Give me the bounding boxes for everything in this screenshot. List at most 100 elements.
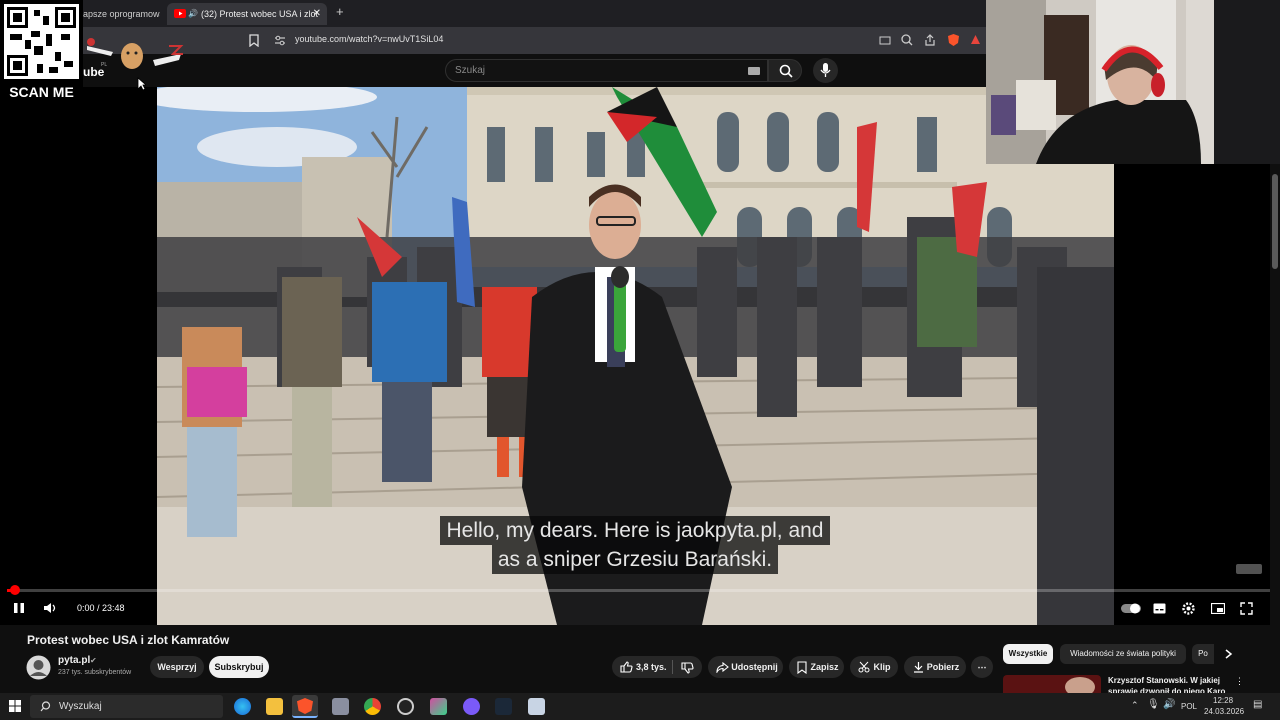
channel-avatar[interactable] — [26, 655, 51, 680]
page-scrollbar[interactable] — [1270, 164, 1280, 693]
obs-icon[interactable] — [397, 698, 414, 715]
dislike-icon[interactable] — [681, 662, 694, 674]
autoplay-toggle-icon[interactable] — [1121, 603, 1141, 614]
settings-gear-icon[interactable] — [1181, 601, 1196, 616]
taskbar-app-icon[interactable] — [463, 698, 480, 715]
taskbar-app-brave-active[interactable] — [292, 695, 318, 718]
next-video-menu-icon[interactable]: ⋮ — [1235, 676, 1244, 687]
volume-icon[interactable] — [43, 602, 57, 614]
share-page-icon[interactable] — [924, 34, 936, 46]
cast-icon[interactable] — [879, 35, 891, 46]
mouse-cursor-icon — [137, 77, 146, 91]
chip-label: Wszystkie — [1008, 649, 1048, 658]
brave-shield-icon[interactable] — [947, 33, 960, 47]
windows-start-icon[interactable] — [9, 700, 21, 712]
tray-overflow-icon[interactable]: ⌃ — [1131, 700, 1139, 711]
new-tab-button[interactable]: + — [336, 4, 344, 19]
webcam-overlay — [986, 0, 1280, 164]
like-divider — [672, 660, 673, 674]
emote-overlay — [87, 38, 184, 69]
brave-icon — [297, 698, 313, 714]
voice-search-button[interactable] — [813, 58, 838, 83]
microphone-icon — [820, 63, 831, 77]
channel-watermark-icon — [1236, 564, 1262, 574]
steam-icon[interactable] — [495, 698, 512, 715]
tab-label: (32) Protest wobec USA i zlot — [201, 9, 319, 19]
tab-youtube-video[interactable]: 🔊 (32) Protest wobec USA i zlot ✕ — [167, 3, 327, 25]
notifications-icon[interactable]: ▤ — [1253, 699, 1262, 710]
qr-code-image — [4, 4, 79, 79]
scrollbar-thumb[interactable] — [1272, 174, 1278, 269]
chip-politics-news[interactable]: Wiadomości ze świata polityki — [1060, 644, 1186, 664]
next-video-title[interactable]: Krzysztof Stanowski. W jakiej — [1108, 676, 1220, 685]
bookmark-icon[interactable] — [249, 34, 259, 47]
tab-label: Łapsze oprogramowania — [78, 9, 160, 19]
speaker-tab-icon: 🔊 — [188, 9, 198, 18]
next-video-thumbnail[interactable] — [1003, 675, 1101, 693]
microphone-tray-icon[interactable]: 🎙 — [1147, 699, 1160, 710]
subscribe-label: Subskrybuj — [214, 662, 264, 672]
clock-time[interactable]: 12:28 — [1213, 696, 1233, 705]
clip-button[interactable]: Klip — [850, 656, 898, 678]
subscriber-count: 237 tys. subskrybentów — [58, 669, 132, 676]
close-tab-icon[interactable]: ✕ — [313, 3, 321, 25]
verified-icon: ✔ — [90, 656, 97, 665]
channel-name[interactable]: pyta.pl — [58, 655, 90, 666]
taskbar-app-icon[interactable] — [430, 698, 447, 715]
share-button[interactable]: Udostępnij — [708, 656, 783, 678]
clock-date[interactable]: 24.03.2026 — [1204, 707, 1244, 716]
video-progress-bar[interactable] — [7, 585, 1273, 595]
search-icon — [779, 64, 793, 78]
video-title: Protest wobec USA i zlot Kamratów — [27, 633, 230, 647]
save-bookmark-icon — [797, 661, 807, 674]
miniplayer-icon[interactable] — [1211, 603, 1225, 614]
youtube-favicon-icon — [174, 9, 186, 18]
share-label: Udostępnij — [731, 662, 778, 672]
chevron-right-icon[interactable] — [1224, 649, 1233, 659]
chip-all[interactable]: Wszystkie — [1003, 644, 1053, 664]
subtitle-line: as a sniper Grzesiu Barański. — [491, 545, 779, 574]
download-button[interactable]: Pobierz — [904, 656, 966, 678]
like-icon[interactable] — [620, 661, 633, 673]
calculator-icon[interactable] — [528, 698, 545, 715]
scissors-icon — [858, 661, 870, 673]
chrome-icon[interactable] — [364, 698, 381, 715]
progress-scrubber[interactable] — [10, 585, 20, 595]
keyboard-icon[interactable] — [748, 67, 760, 75]
edge-icon[interactable] — [234, 698, 251, 715]
chip-partial[interactable]: Po — [1192, 644, 1214, 664]
save-button[interactable]: Zapisz — [789, 656, 844, 678]
support-label: Wesprzyj — [157, 662, 197, 672]
url-field[interactable]: youtube.com/watch?v=nwUvT1SiL04 — [295, 34, 443, 44]
search-input[interactable]: Szukaj — [445, 59, 768, 82]
qr-code-overlay: SCAN ME — [0, 0, 83, 104]
brave-rewards-icon[interactable] — [970, 34, 981, 45]
download-label: Pobierz — [926, 662, 960, 672]
search-icon — [40, 701, 51, 712]
share-icon — [716, 662, 729, 673]
download-icon — [914, 662, 923, 673]
chip-label: Po — [1198, 649, 1208, 658]
video-subtitles: Hello, my dears. Here is jaokpyta.pl, an… — [0, 516, 1270, 574]
windows-taskbar: Wyszukaj ⌃ 🎙 🔊 POL 12:28 24.03.2026 ▤ — [0, 693, 1280, 720]
tab-software[interactable]: Łapsze oprogramowania — [70, 3, 160, 25]
search-button[interactable] — [768, 59, 802, 82]
taskbar-search-label: Wyszukaj — [59, 701, 102, 712]
subscribe-button[interactable]: Subskrybuj — [209, 656, 269, 678]
video-time: 0:00 / 23:48 — [77, 603, 125, 613]
like-count[interactable]: 3,8 tys. — [636, 656, 667, 678]
taskbar-search[interactable]: Wyszukaj — [30, 695, 223, 718]
language-indicator[interactable]: POL — [1181, 702, 1197, 711]
zoom-icon[interactable] — [901, 34, 913, 46]
taskbar-app-icon[interactable] — [332, 698, 349, 715]
site-settings-icon[interactable] — [274, 35, 286, 46]
file-explorer-icon[interactable] — [266, 698, 283, 715]
pause-icon[interactable] — [13, 602, 25, 614]
subtitles-icon[interactable] — [1153, 603, 1166, 614]
fullscreen-icon[interactable] — [1240, 602, 1253, 615]
more-actions-button[interactable]: ⋯ — [971, 656, 993, 678]
speaker-tray-icon[interactable]: 🔊 — [1163, 699, 1175, 710]
search-placeholder: Szukaj — [455, 65, 486, 76]
browser-tab-bar: Łapsze oprogramowania 🔊 (32) Protest wob… — [0, 0, 986, 27]
support-button[interactable]: Wesprzyj — [150, 656, 204, 678]
